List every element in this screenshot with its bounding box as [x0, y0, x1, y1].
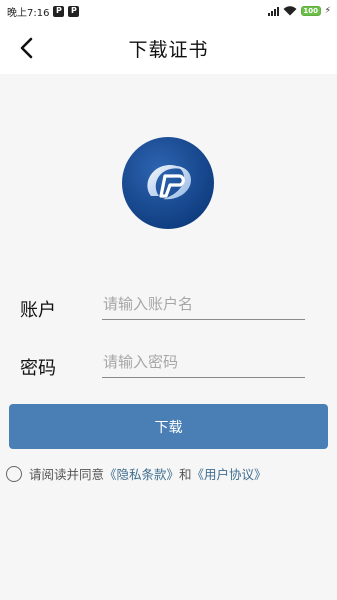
app-notification-icon: P [53, 5, 65, 17]
download-button[interactable]: 下载 [9, 404, 328, 449]
back-button[interactable] [14, 36, 38, 60]
header: 下载证书 [0, 22, 337, 74]
signal-icon [267, 6, 279, 16]
wifi-icon [283, 6, 297, 16]
battery-icon: 100 [300, 6, 321, 16]
agreement-radio[interactable] [6, 465, 22, 482]
charging-icon: ⚡ [324, 6, 331, 16]
password-label: 密码 [20, 358, 56, 379]
chevron-left-icon [20, 37, 33, 59]
privacy-link[interactable]: 《隐私条款》 [104, 464, 179, 483]
agreement-prefix: 请阅读并同意 [29, 467, 105, 482]
account-row: 账户 [0, 288, 337, 328]
password-row: 密码 [0, 346, 337, 386]
app-logo [122, 137, 214, 229]
status-left: 晚上7:16 P P [7, 4, 80, 19]
status-right: 100 ⚡ [267, 6, 331, 16]
status-bar: 晚上7:16 P P 100 ⚡ [0, 0, 337, 22]
battery-level: 100 [303, 7, 318, 15]
password-input[interactable] [102, 346, 305, 378]
page-title: 下载证书 [128, 38, 209, 61]
app-notification-icon: P [68, 5, 80, 17]
account-input[interactable] [102, 288, 305, 320]
account-label: 账户 [20, 300, 56, 321]
agreement-and: 和 [179, 467, 192, 482]
agreement: 请阅读并同意 《隐私条款》 和 《用户协议》 [6, 464, 267, 483]
user-agreement-link[interactable]: 《用户协议》 [192, 464, 267, 483]
status-time: 晚上7:16 [7, 7, 50, 19]
